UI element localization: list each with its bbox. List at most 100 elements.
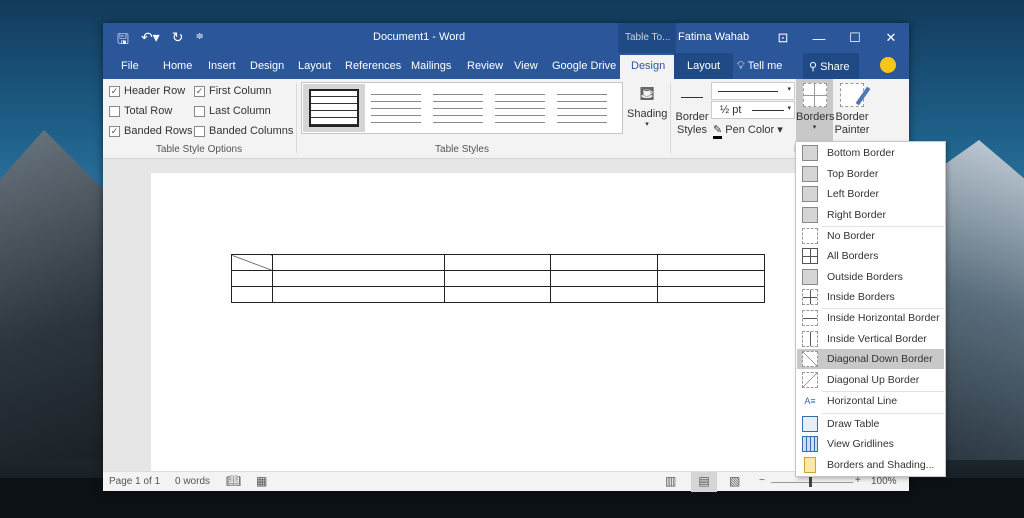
table-cell[interactable] (657, 270, 765, 287)
user-name[interactable]: Fatima Wahab (678, 31, 749, 43)
menu-item-bottom-border[interactable]: Bottom Border (797, 143, 944, 163)
word-count[interactable]: 0 words (175, 476, 210, 487)
paint-bucket-icon: ⛾ (638, 83, 656, 105)
menu-item-borders-and-shading[interactable]: Borders and Shading... (797, 455, 944, 475)
tab-home[interactable]: Home (163, 60, 192, 72)
tab-review[interactable]: Review (467, 60, 503, 72)
tab-insert[interactable]: Insert (208, 60, 236, 72)
menu-item-outside-borders[interactable]: Outside Borders (797, 267, 944, 287)
all-borders-icon (802, 248, 818, 264)
inside-borders-icon (802, 289, 818, 305)
print-layout-icon[interactable]: ▤ (691, 472, 717, 492)
banded-rows-checkbox[interactable]: ✓ Banded Rows (109, 125, 193, 137)
first-column-checkbox[interactable]: ✓ First Column (194, 85, 271, 97)
table-cell[interactable] (550, 286, 658, 303)
table-cell-diagonal[interactable] (231, 254, 273, 271)
macro-icon[interactable]: ▦ (256, 474, 267, 488)
feedback-smiley-icon[interactable] (880, 57, 896, 73)
diagonal-down-border-icon (802, 351, 818, 367)
status-bar: Page 1 of 1 0 words 📖︎ ▦ ▥ ▤ ▧ − + 100% (103, 471, 909, 492)
inside-vertical-border-icon (802, 331, 818, 347)
read-mode-icon[interactable]: ▥ (665, 474, 676, 488)
border-painter-icon (840, 83, 871, 107)
right-border-icon (802, 207, 818, 223)
menu-item-left-border[interactable]: Left Border (797, 184, 944, 204)
menu-item-no-border[interactable]: No Border (797, 226, 944, 246)
last-column-checkbox[interactable]: Last Column (194, 105, 271, 117)
page-count[interactable]: Page 1 of 1 (109, 476, 160, 487)
table-cell[interactable] (231, 286, 273, 303)
zoom-out-button[interactable]: − (759, 475, 765, 486)
menu-item-diagonal-down-border[interactable]: Diagonal Down Border (797, 349, 944, 369)
zoom-level[interactable]: 100% (871, 476, 897, 487)
table-cell[interactable] (272, 270, 445, 287)
group-label-table-style-options: Table Style Options (155, 144, 243, 155)
tell-me-search[interactable]: 💡︎ Tell me (737, 60, 782, 73)
save-icon[interactable]: 🖫 (117, 29, 129, 53)
table-cell[interactable] (550, 254, 658, 271)
share-button[interactable]: ⚲ Share (803, 53, 859, 79)
inside-horizontal-border-icon (802, 310, 818, 326)
table-cell[interactable] (550, 270, 658, 287)
table-cell[interactable] (444, 254, 551, 271)
banded-columns-checkbox[interactable]: Banded Columns (194, 125, 293, 137)
menu-item-inside-horizontal-border[interactable]: Inside Horizontal Border (797, 308, 944, 328)
document-page[interactable] (151, 173, 801, 473)
tab-file[interactable]: File (121, 60, 139, 72)
tab-mailings[interactable]: Mailings (411, 60, 451, 72)
ribbon-display-icon[interactable]: ⊡ (765, 23, 801, 53)
menu-item-diagonal-up-border[interactable]: Diagonal Up Border (797, 370, 944, 390)
menu-item-all-borders[interactable]: All Borders (797, 246, 944, 266)
zoom-slider-thumb[interactable] (809, 477, 812, 487)
table-cell[interactable] (657, 254, 765, 271)
pen-color-button[interactable]: ✎ Pen Color ▾ (713, 123, 783, 139)
tab-layout[interactable]: Layout (298, 60, 331, 72)
header-row-checkbox[interactable]: ✓ Header Row (109, 85, 185, 97)
table-style-plain-1[interactable] (371, 89, 421, 127)
table-cell[interactable] (231, 270, 273, 287)
shading-button[interactable]: ⛾ Shading ▾ (627, 83, 667, 143)
menu-item-draw-table[interactable]: Draw Table (797, 414, 944, 434)
close-button[interactable]: ✕ (873, 23, 909, 53)
menu-item-view-gridlines[interactable]: View Gridlines (797, 434, 944, 454)
tab-google-drive[interactable]: Google Drive (552, 60, 616, 72)
redo-icon[interactable]: ↻ (172, 29, 184, 53)
outside-borders-icon (802, 269, 818, 285)
tab-table-layout[interactable]: Layout (674, 53, 734, 79)
proofing-icon[interactable]: 📖︎ (226, 474, 241, 488)
document-table[interactable] (231, 254, 765, 303)
tab-table-design[interactable]: Design (620, 55, 677, 79)
view-gridlines-icon (802, 436, 818, 452)
minimize-button[interactable]: — (801, 23, 837, 53)
table-cell[interactable] (657, 286, 765, 303)
maximize-button[interactable]: ☐ (837, 23, 873, 53)
tab-view[interactable]: View (514, 60, 538, 72)
borders-grid-icon (802, 83, 827, 107)
table-style-plain-2[interactable] (433, 89, 483, 127)
line-style-dropdown[interactable]: ▾ (711, 82, 795, 100)
table-style-grid[interactable] (309, 89, 359, 127)
tab-references[interactable]: References (345, 60, 401, 72)
menu-item-inside-borders[interactable]: Inside Borders (797, 287, 944, 307)
context-group-title: Table To... (618, 23, 676, 53)
menu-item-inside-vertical-border[interactable]: Inside Vertical Border (797, 329, 944, 349)
table-style-plain-4[interactable] (557, 89, 607, 127)
border-painter-button[interactable]: Border Painter (834, 83, 871, 145)
menu-item-right-border[interactable]: Right Border (797, 205, 944, 225)
menu-item-top-border[interactable]: Top Border (797, 164, 944, 184)
undo-icon[interactable]: ↶▾ (141, 29, 160, 53)
line-weight-dropdown[interactable]: ½ pt ▾ (711, 101, 795, 119)
tab-design[interactable]: Design (250, 60, 284, 72)
table-cell[interactable] (444, 286, 551, 303)
border-styles-button[interactable]: Border Styles (675, 83, 709, 145)
menu-item-horizontal-line[interactable]: A≡ Horizontal Line (797, 391, 944, 411)
web-layout-icon[interactable]: ▧ (729, 474, 740, 488)
ribbon-tabs: File Home Insert Design Layout Reference… (103, 53, 909, 79)
zoom-slider[interactable] (771, 477, 853, 487)
table-cell[interactable] (272, 254, 445, 271)
table-cell[interactable] (444, 270, 551, 287)
table-cell[interactable] (272, 286, 445, 303)
table-style-plain-3[interactable] (495, 89, 545, 127)
customize-icon[interactable]: ≑ (195, 29, 203, 53)
total-row-checkbox[interactable]: Total Row (109, 105, 172, 117)
